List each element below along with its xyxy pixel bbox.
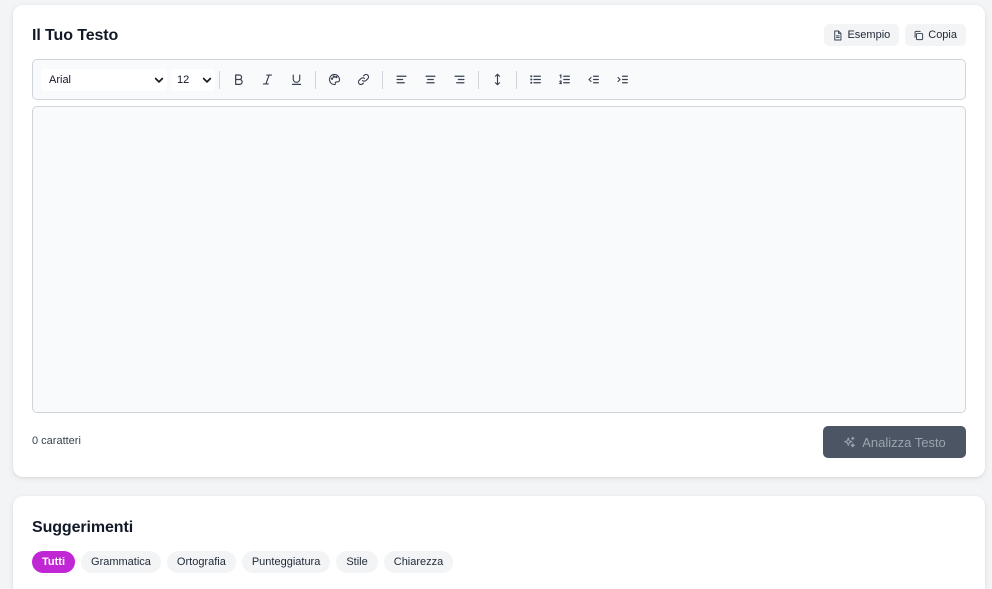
filter-tutti[interactable]: Tutti <box>32 551 76 573</box>
copy-icon <box>914 30 924 40</box>
underline-button[interactable] <box>284 67 309 92</box>
editor-title: Il Tuo Testo <box>32 27 119 44</box>
align-center-button[interactable] <box>418 67 443 92</box>
italic-button[interactable] <box>255 67 280 92</box>
filter-grammatica[interactable]: Grammatica <box>81 551 161 573</box>
character-count: 0 caratteri <box>32 435 81 447</box>
toolbar-divider <box>315 70 316 89</box>
link-icon <box>357 73 370 86</box>
toolbar-divider <box>516 70 517 89</box>
line-height-icon <box>494 73 501 86</box>
toolbar-divider <box>382 70 383 89</box>
palette-icon <box>329 73 341 86</box>
font-size-value: 12 <box>177 73 190 86</box>
analyze-text-button[interactable]: Analizza Testo <box>823 426 966 458</box>
analyze-text-label: Analizza Testo <box>862 434 946 450</box>
align-right-button[interactable] <box>447 67 472 92</box>
italic-icon <box>262 74 273 85</box>
font-family-value: Arial <box>49 73 72 86</box>
filter-stile[interactable]: Stile <box>336 551 378 573</box>
filter-ortografia[interactable]: Ortografia <box>166 551 236 573</box>
copy-button-label: Copia <box>928 29 957 41</box>
align-right-icon <box>454 75 465 84</box>
numbered-list-button[interactable] <box>552 67 577 92</box>
numbered-list-icon <box>559 74 570 85</box>
editor-card: Il Tuo Testo Esempio Copia Arial 12 0 ca… <box>13 5 985 477</box>
line-height-button[interactable] <box>485 67 510 92</box>
indent-button[interactable] <box>610 67 635 92</box>
example-button[interactable]: Esempio <box>824 24 900 46</box>
bold-icon <box>235 74 243 85</box>
chevron-down-icon <box>154 77 164 83</box>
text-color-button[interactable] <box>322 67 347 92</box>
filter-chiarezza[interactable]: Chiarezza <box>383 551 454 573</box>
align-left-button[interactable] <box>389 67 414 92</box>
align-center-icon <box>425 75 436 84</box>
example-button-label: Esempio <box>847 29 891 41</box>
sparkles-icon <box>844 436 856 447</box>
outdent-icon <box>588 75 599 84</box>
underline-icon <box>291 74 302 85</box>
toolbar-divider <box>478 70 479 89</box>
editor-header-actions: Esempio Copia <box>824 24 966 46</box>
link-button[interactable] <box>351 67 376 92</box>
copy-button[interactable]: Copia <box>905 24 966 46</box>
text-editor[interactable] <box>32 106 966 413</box>
indent-icon <box>617 75 628 84</box>
toolbar-divider <box>219 70 220 89</box>
suggestions-title: Suggerimenti <box>32 519 134 536</box>
suggestion-filters: Tutti Grammatica Ortografia Punteggiatur… <box>32 551 454 573</box>
document-icon <box>834 30 842 40</box>
bold-button[interactable] <box>226 67 251 92</box>
outdent-button[interactable] <box>581 67 606 92</box>
chevron-down-icon <box>202 77 212 83</box>
font-size-select[interactable]: 12 <box>171 68 215 91</box>
bullet-list-button[interactable] <box>523 67 548 92</box>
align-left-icon <box>396 75 407 84</box>
font-family-select[interactable]: Arial <box>41 68 167 91</box>
bullet-list-icon <box>530 75 541 84</box>
suggestions-card: Suggerimenti Tutti Grammatica Ortografia… <box>13 496 985 589</box>
editor-toolbar: Arial 12 <box>32 59 966 100</box>
filter-punteggiatura[interactable]: Punteggiatura <box>241 551 331 573</box>
